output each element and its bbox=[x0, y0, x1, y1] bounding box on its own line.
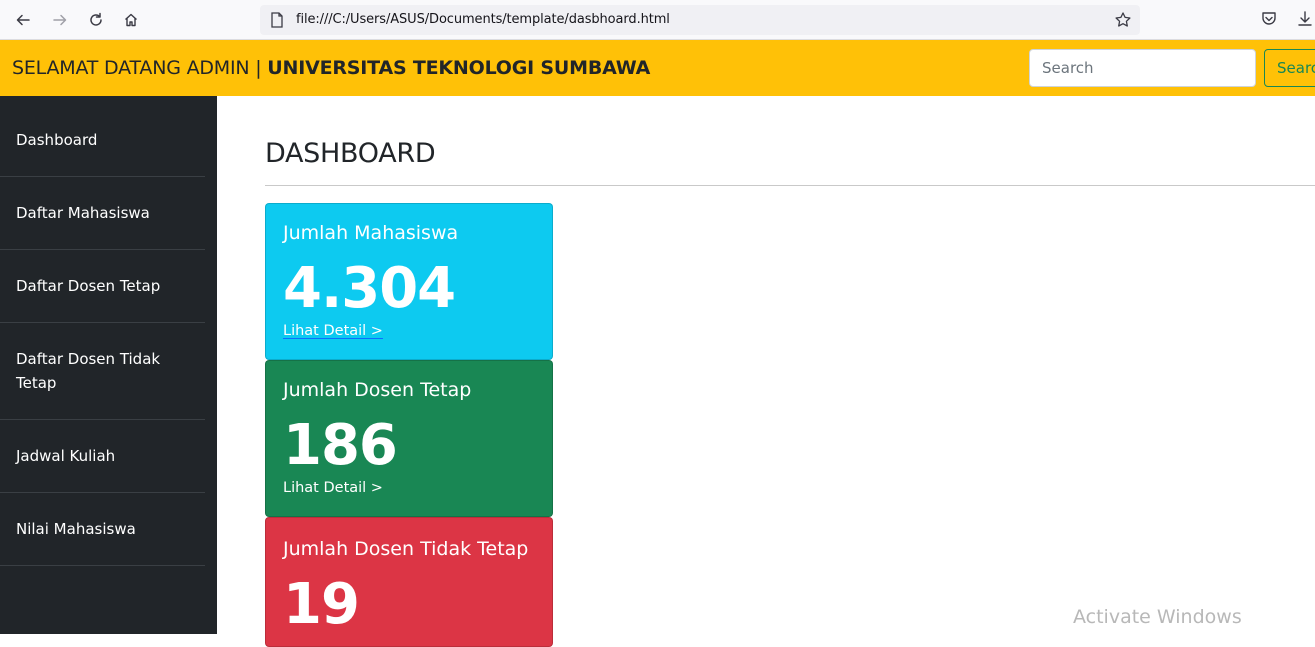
sidebar-item-label: Dashboard bbox=[16, 131, 98, 149]
forward-button[interactable] bbox=[47, 7, 73, 33]
sidebar-item-daftar-mahasiswa[interactable]: Daftar Mahasiswa bbox=[0, 177, 205, 250]
back-button[interactable] bbox=[10, 7, 36, 33]
brand-greeting: SELAMAT DATANG ADMIN | bbox=[12, 57, 268, 79]
sidebar-item-daftar-dosen-tetap[interactable]: Daftar Dosen Tetap bbox=[0, 250, 205, 323]
card-value: 4.304 bbox=[283, 256, 456, 321]
sidebar-item-label: Nilai Mahasiswa bbox=[16, 520, 136, 538]
bookmark-star-icon[interactable] bbox=[1114, 11, 1132, 29]
sidebar-item-daftar-dosen-tidak-tetap[interactable]: Daftar Dosen Tidak Tetap bbox=[0, 323, 205, 420]
url-text: file:///C:/Users/ASUS/Documents/template… bbox=[296, 12, 670, 27]
address-bar[interactable]: file:///C:/Users/ASUS/Documents/template… bbox=[260, 5, 1140, 35]
sidebar-item-jadwal-kuliah[interactable]: Jadwal Kuliah bbox=[0, 420, 205, 493]
card-jumlah-dosen-tetap: Jumlah Dosen Tetap 186 Lihat Detail > bbox=[265, 360, 553, 517]
sidebar-item-label: Daftar Dosen Tetap bbox=[16, 277, 161, 295]
sidebar-item-label: Jadwal Kuliah bbox=[16, 447, 116, 465]
search-button[interactable]: Search bbox=[1264, 49, 1315, 87]
main-content: DASHBOARD Jumlah Mahasiswa 4.304 Lihat D… bbox=[217, 96, 1315, 647]
card-title: Jumlah Dosen Tidak Tetap bbox=[283, 538, 529, 560]
search-input[interactable] bbox=[1029, 49, 1256, 87]
card-jumlah-mahasiswa: Jumlah Mahasiswa 4.304 Lihat Detail > bbox=[265, 203, 553, 360]
card-detail-link[interactable]: Lihat Detail > bbox=[283, 323, 383, 339]
home-button[interactable] bbox=[118, 7, 144, 33]
page-title: DASHBOARD bbox=[265, 138, 436, 169]
card-value: 186 bbox=[283, 413, 398, 478]
top-navbar: SELAMAT DATANG ADMIN | UNIVERSITAS TEKNO… bbox=[0, 40, 1315, 96]
card-title: Jumlah Mahasiswa bbox=[283, 222, 459, 244]
arrow-right-icon bbox=[53, 14, 67, 26]
page-icon bbox=[271, 12, 283, 28]
brand-university: UNIVERSITAS TEKNOLOGI SUMBAWA bbox=[267, 57, 651, 79]
pocket-icon[interactable] bbox=[1260, 10, 1278, 28]
activate-windows-watermark: Activate Windows bbox=[1073, 606, 1242, 628]
card-title: Jumlah Dosen Tetap bbox=[283, 379, 472, 401]
card-value: 19 bbox=[283, 572, 360, 637]
sidebar: Dashboard Daftar Mahasiswa Daftar Dosen … bbox=[0, 96, 217, 634]
sidebar-item-label: Daftar Dosen Tidak Tetap bbox=[16, 350, 161, 392]
sidebar-item-nilai-mahasiswa[interactable]: Nilai Mahasiswa bbox=[0, 493, 205, 566]
card-detail-link[interactable]: Lihat Detail > bbox=[283, 480, 383, 496]
sidebar-item-label: Daftar Mahasiswa bbox=[16, 204, 150, 222]
home-icon bbox=[125, 13, 137, 27]
sidebar-item-dashboard[interactable]: Dashboard bbox=[0, 96, 205, 177]
reload-button[interactable] bbox=[83, 7, 109, 33]
browser-toolbar: file:///C:/Users/ASUS/Documents/template… bbox=[0, 0, 1315, 40]
brand: SELAMAT DATANG ADMIN | UNIVERSITAS TEKNO… bbox=[12, 57, 650, 79]
card-jumlah-dosen-tidak-tetap: Jumlah Dosen Tidak Tetap 19 bbox=[265, 517, 553, 647]
arrow-left-icon bbox=[16, 14, 30, 26]
title-divider bbox=[265, 185, 1315, 186]
download-icon[interactable] bbox=[1296, 10, 1314, 28]
reload-icon bbox=[90, 12, 102, 26]
